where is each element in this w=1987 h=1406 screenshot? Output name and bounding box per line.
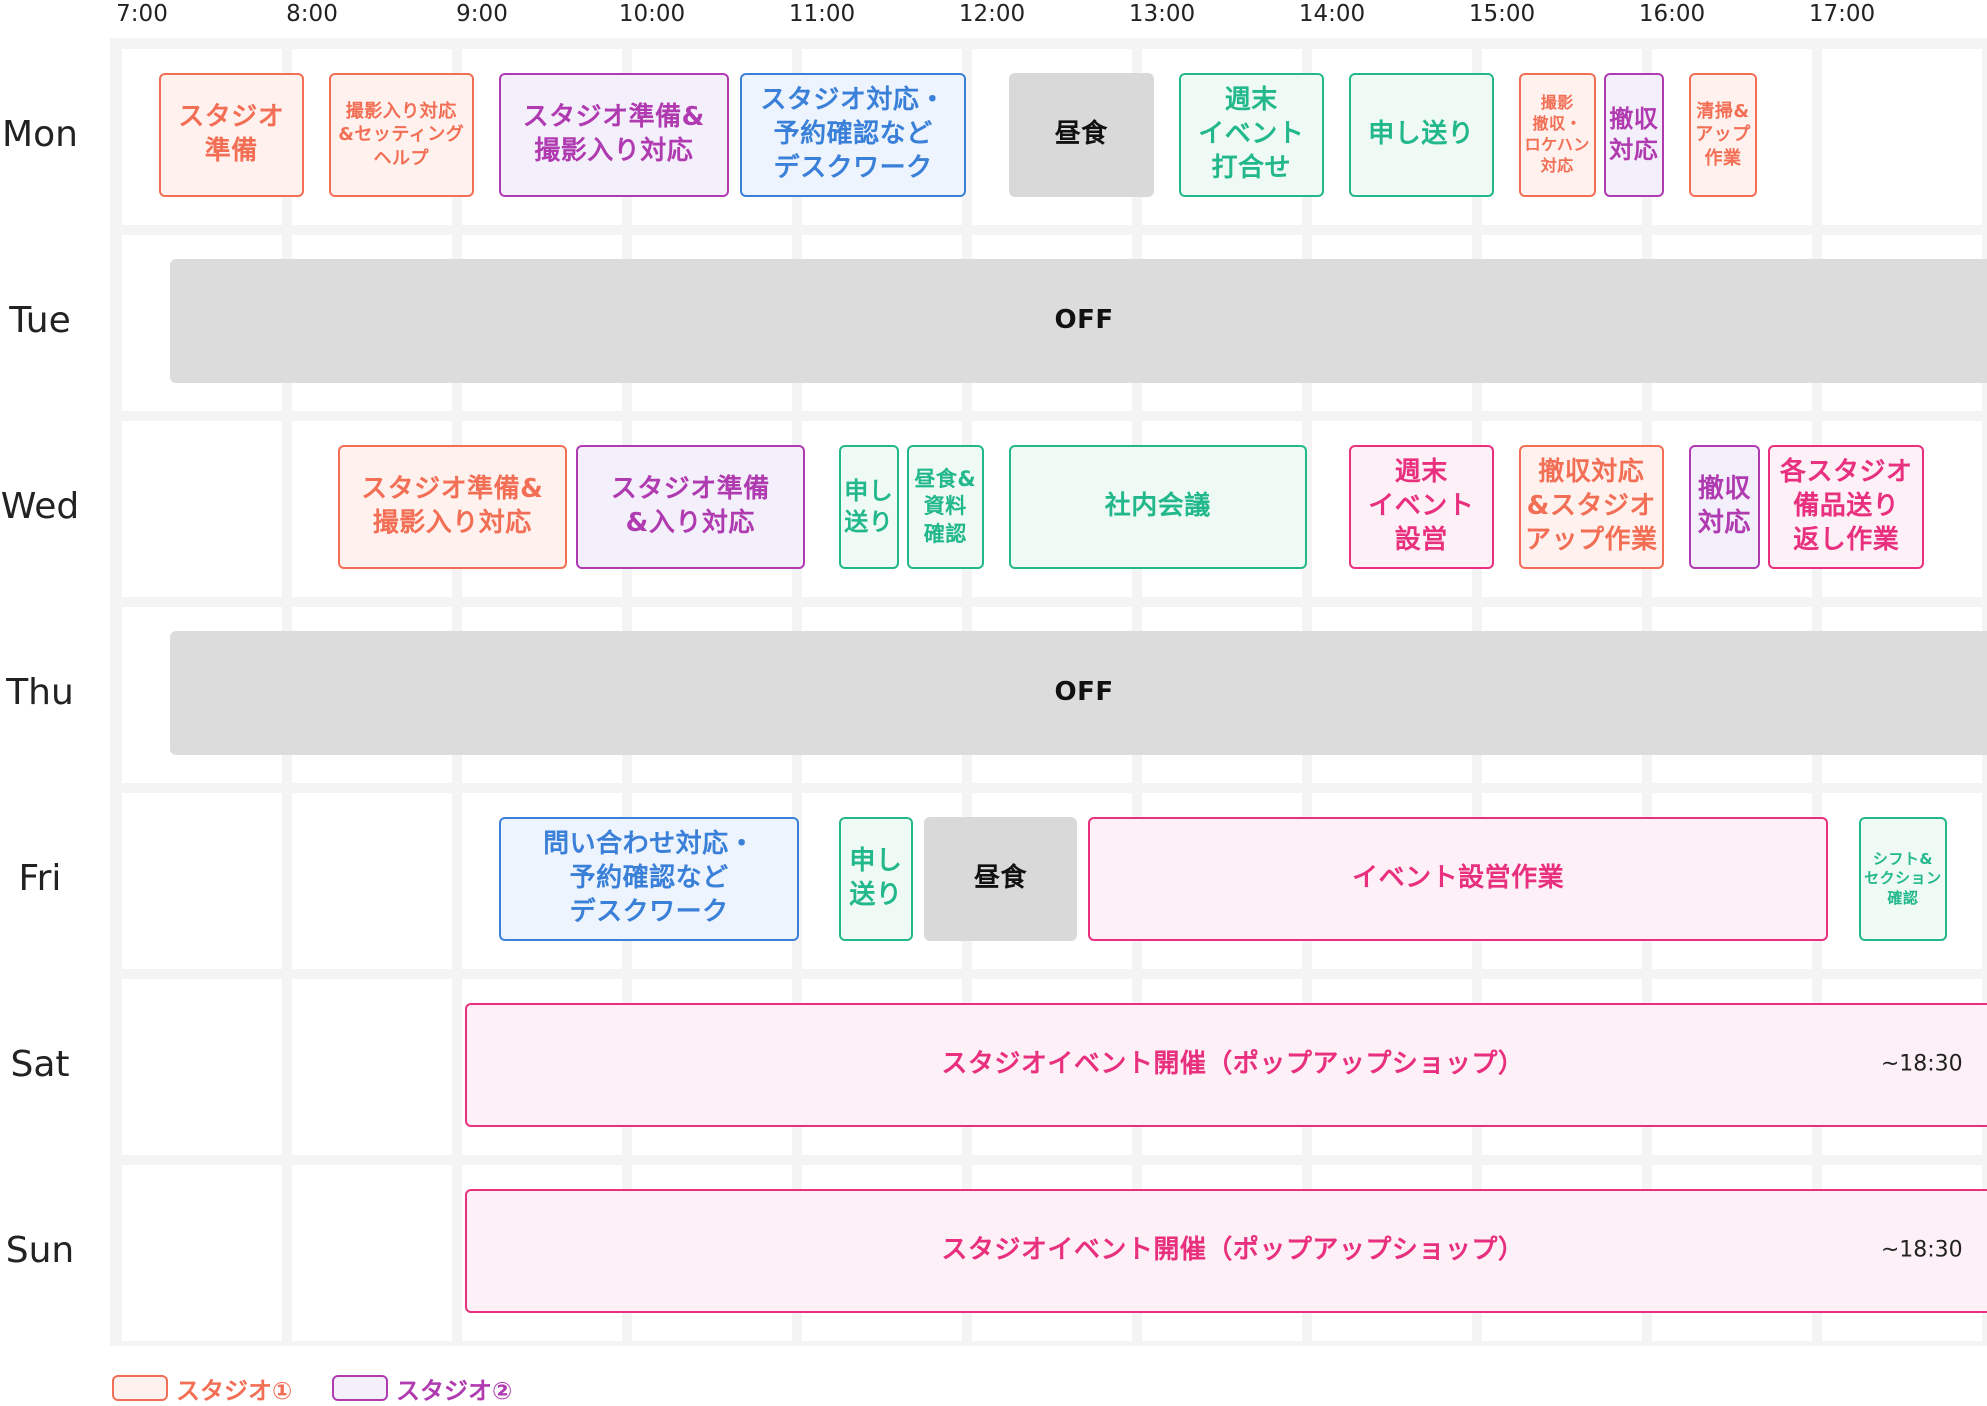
block-end-time: ~18:30 <box>1880 1237 1963 1263</box>
grid-cell <box>292 793 452 969</box>
schedule-block[interactable]: 撤収対応 &スタジオ アップ作業 <box>1519 445 1664 569</box>
grid-cell <box>122 1165 282 1341</box>
grid-cell <box>1822 49 1982 225</box>
schedule-block[interactable]: スタジオ対応・ 予約確認など デスクワーク <box>739 73 967 197</box>
block-label: 週末 イベント 打合せ <box>1198 85 1305 183</box>
schedule-block[interactable]: スタジオ 準備 <box>159 73 304 197</box>
legend-swatch <box>332 1375 388 1401</box>
schedule-block[interactable]: スタジオイベント開催（ポップアップショップ） ~18:30 <box>465 1003 1987 1127</box>
schedule-block[interactable]: 問い合わせ対応・ 予約確認など デスクワーク <box>499 817 800 941</box>
block-label: 問い合わせ対応・ 予約確認など デスクワーク <box>543 829 756 927</box>
time-label: 11:00 <box>788 1 856 27</box>
day-label-wed: Wed <box>0 486 80 527</box>
schedule-block[interactable]: 昼食 <box>924 817 1077 941</box>
schedule-block[interactable]: スタジオイベント開催（ポップアップショップ） ~18:30 <box>465 1189 1987 1313</box>
day-label-tue: Tue <box>9 300 71 341</box>
block-label: 申し送り <box>1368 119 1475 150</box>
block-label: イベント設営作業 <box>1352 863 1565 894</box>
schedule-block[interactable]: スタジオ準備& 撮影入り対応 <box>337 445 567 569</box>
schedule-block[interactable]: 昼食& 資料 確認 <box>907 445 984 569</box>
block-label: スタジオ準備& 撮影入り対応 <box>522 102 705 166</box>
schedule-block[interactable]: 昼食 <box>1009 73 1154 197</box>
schedule-block[interactable]: 申し 送り <box>839 445 899 569</box>
schedule-block[interactable]: イベント設営作業 <box>1088 817 1828 941</box>
block-label: 撤収 対応 <box>1697 474 1751 538</box>
schedule-block[interactable]: スタジオ準備& 撮影入り対応 <box>499 73 729 197</box>
grid-cell <box>122 421 282 597</box>
block-label: 昼食 <box>1054 119 1108 150</box>
schedule-block[interactable]: スタジオ準備 &入り対応 <box>575 445 805 569</box>
schedule-block[interactable]: 社内会議 <box>1009 445 1307 569</box>
schedule-block[interactable]: 清掃& アップ 作業 <box>1689 73 1757 197</box>
time-label: 16:00 <box>1638 1 1706 27</box>
block-label: OFF <box>1054 305 1114 336</box>
block-label: 昼食 <box>973 863 1027 894</box>
schedule-block[interactable]: 撤収 対応 <box>1604 73 1664 197</box>
grid-cell <box>292 979 452 1155</box>
schedule-block[interactable]: 撤収 対応 <box>1689 445 1760 569</box>
block-label: 撤収対応 &スタジオ アップ作業 <box>1524 457 1658 555</box>
block-label: スタジオ 準備 <box>178 102 285 166</box>
block-label: 昼食& 資料 確認 <box>914 467 977 546</box>
day-label-thu: Thu <box>6 672 74 713</box>
legend-label: スタジオ① <box>176 1376 293 1405</box>
block-label: スタジオイベント開催（ポップアップショップ） <box>941 1049 1525 1080</box>
block-end-time: ~18:30 <box>1880 1051 1963 1077</box>
block-label: スタジオ準備 &入り対応 <box>610 474 770 538</box>
block-label: スタジオイベント開催（ポップアップショップ） <box>941 1235 1525 1266</box>
schedule-block[interactable]: 週末 イベント 設営 <box>1349 445 1494 569</box>
block-label: 撮影 撤収・ ロケハン 対応 <box>1524 93 1590 175</box>
time-label: 17:00 <box>1808 1 1876 27</box>
block-label: スタジオ準備& 撮影入り対応 <box>361 474 544 538</box>
day-label-mon: Mon <box>2 114 78 155</box>
schedule-block[interactable]: シフト& セクション 確認 <box>1859 817 1947 941</box>
block-label: OFF <box>1054 677 1114 708</box>
schedule-block[interactable]: 撮影入り対応 &セッティング ヘルプ <box>329 73 474 197</box>
time-label: 12:00 <box>958 1 1026 27</box>
schedule-block[interactable]: 申し送り <box>1349 73 1494 197</box>
time-label: 14:00 <box>1298 1 1366 27</box>
grid-cell <box>122 979 282 1155</box>
day-label-sun: Sun <box>5 1230 75 1271</box>
time-label: 10:00 <box>618 1 686 27</box>
block-label: 社内会議 <box>1104 491 1211 522</box>
legend-item: スタジオ① <box>112 1372 293 1405</box>
block-label: 申し 送り <box>844 476 894 536</box>
time-label: 9:00 <box>456 1 508 27</box>
block-label: 撤収 対応 <box>1609 104 1659 164</box>
block-label: 各スタジオ 備品送り 返し作業 <box>1779 457 1913 555</box>
schedule-block[interactable]: 撮影 撤収・ ロケハン 対応 <box>1519 73 1596 197</box>
schedule-block[interactable]: OFF <box>170 259 1987 383</box>
block-label: 週末 イベント 設営 <box>1368 457 1475 555</box>
schedule-block[interactable]: 申し 送り <box>839 817 913 941</box>
time-label: 8:00 <box>286 1 338 27</box>
weekly-schedule: 7:00 8:00 9:00 10:00 11:00 12:00 13:00 14:00 15:… <box>0 0 1987 1405</box>
time-label: 15:00 <box>1468 1 1536 27</box>
day-label-fri: Fri <box>18 858 62 899</box>
legend-item: スタジオ② <box>332 1372 513 1405</box>
schedule-block[interactable]: 各スタジオ 備品送り 返し作業 <box>1768 445 1925 569</box>
block-label: 申し 送り <box>849 846 903 910</box>
schedule-block[interactable]: 週末 イベント 打合せ <box>1179 73 1324 197</box>
day-label-sat: Sat <box>10 1044 70 1085</box>
legend-swatch <box>112 1375 168 1401</box>
schedule-block[interactable]: OFF <box>170 631 1987 755</box>
block-label: シフト& セクション 確認 <box>1864 849 1942 907</box>
block-label: スタジオ対応・ 予約確認など デスクワーク <box>760 85 946 183</box>
grid-cell <box>122 793 282 969</box>
block-label: 撮影入り対応 &セッティング ヘルプ <box>338 100 465 169</box>
block-label: 清掃& アップ 作業 <box>1695 100 1751 169</box>
time-label: 13:00 <box>1128 1 1196 27</box>
legend-label: スタジオ② <box>396 1376 513 1405</box>
grid-cell <box>292 1165 452 1341</box>
time-label: 7:00 <box>116 1 168 27</box>
